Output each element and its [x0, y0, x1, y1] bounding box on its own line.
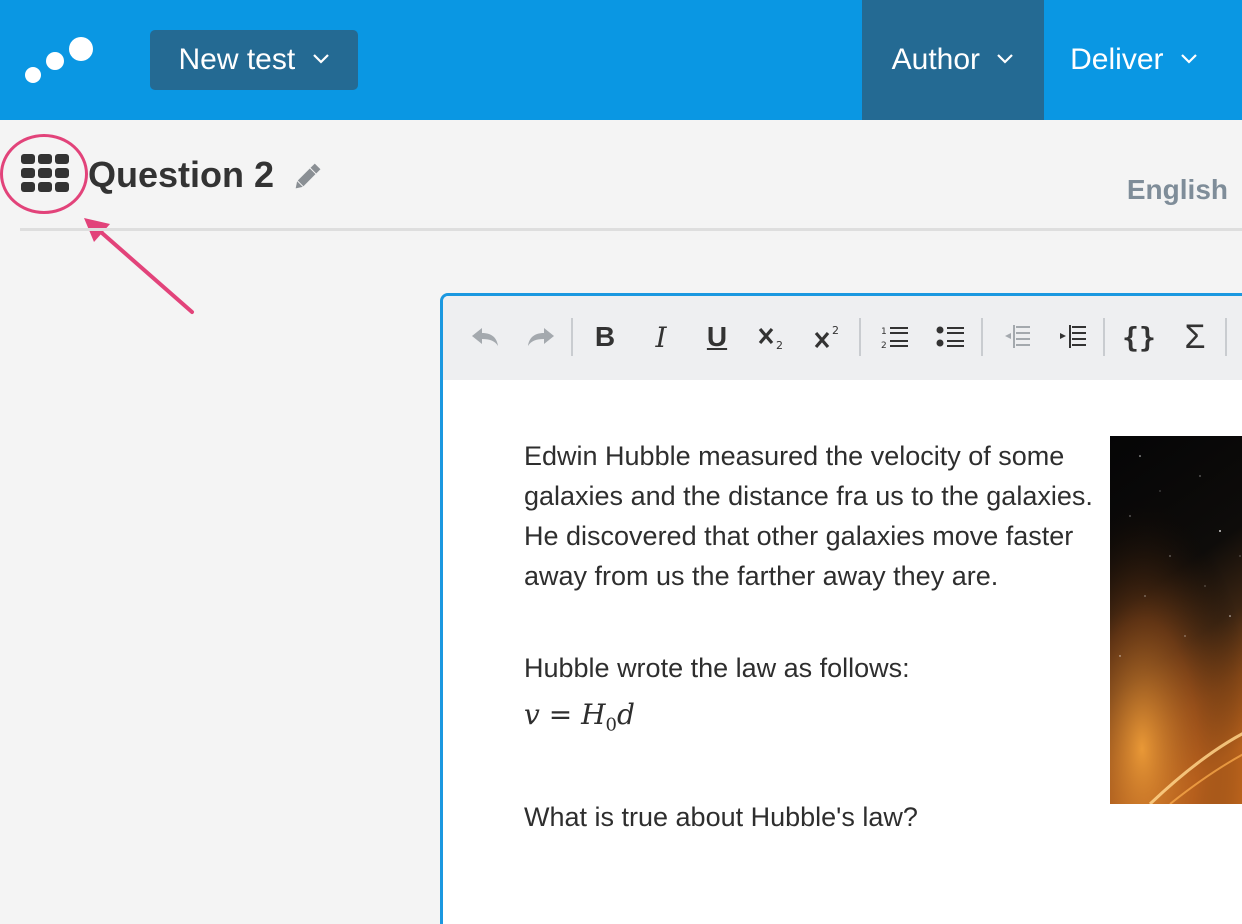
chevron-down-icon: [312, 54, 329, 64]
annotation-arrow-icon: [84, 218, 194, 314]
formula-d: d: [616, 698, 635, 731]
outdent-icon[interactable]: [997, 318, 1037, 356]
formula-subscript: 0: [605, 714, 617, 736]
formula-h: H: [581, 698, 606, 731]
question-paragraph-1: Edwin Hubble measured the velocity of so…: [524, 441, 1093, 591]
new-test-label: New test: [178, 43, 296, 76]
toolbar-separator: [571, 318, 573, 356]
toolbar-separator: [981, 318, 983, 356]
question-paragraph-2: Hubble wrote the law as follows:: [524, 653, 910, 683]
math-sigma-button[interactable]: Σ: [1175, 318, 1215, 356]
formula-equals: =: [548, 698, 573, 731]
language-selector[interactable]: English: [1127, 174, 1228, 206]
question-editor[interactable]: B I U 2 2 1 2 {} Σ Edwin Hubble measured…: [440, 293, 1242, 924]
svg-text:1: 1: [881, 327, 887, 337]
bold-button[interactable]: B: [585, 318, 625, 356]
highlight-circle-annotation: [0, 134, 88, 214]
top-navigation-bar: New test Author Deliver: [0, 0, 1242, 120]
nav-deliver-label: Deliver: [1070, 43, 1164, 76]
italic-button[interactable]: I: [641, 318, 681, 356]
new-test-button[interactable]: New test: [150, 30, 358, 90]
galaxy-image[interactable]: [1110, 436, 1242, 804]
redo-icon[interactable]: [521, 318, 561, 356]
question-content[interactable]: Edwin Hubble measured the velocity of so…: [524, 436, 1124, 837]
code-braces-button[interactable]: {}: [1119, 318, 1159, 356]
edit-pencil-icon[interactable]: [290, 160, 324, 194]
numbered-list-icon[interactable]: 1 2: [875, 318, 915, 356]
toolbar-separator: [1103, 318, 1105, 356]
chevron-down-icon: [1181, 54, 1197, 64]
nav-author-label: Author: [891, 43, 981, 76]
formula-v: v: [524, 698, 540, 731]
math-formula[interactable]: v = H0d: [524, 696, 1124, 745]
header-divider: [20, 228, 1242, 231]
svg-text:2: 2: [881, 341, 887, 350]
superscript-icon[interactable]: 2: [809, 318, 849, 356]
bullet-list-icon[interactable]: [931, 318, 971, 356]
underline-button[interactable]: U: [697, 318, 737, 356]
svg-text:2: 2: [832, 324, 839, 337]
chevron-down-icon: [997, 54, 1014, 64]
svg-text:2: 2: [776, 339, 783, 351]
undo-icon[interactable]: [465, 318, 505, 356]
question-title: Question 2: [88, 154, 275, 195]
toolbar-separator: [859, 318, 861, 356]
question-paragraph-3: What is true about Hubble's law?: [524, 801, 918, 832]
app-logo-icon[interactable]: [22, 34, 94, 86]
nav-author-menu[interactable]: Author: [862, 0, 1044, 120]
editor-toolbar: B I U 2 2 1 2 {} Σ: [443, 296, 1242, 380]
indent-icon[interactable]: [1053, 318, 1093, 356]
toolbar-separator: [1225, 318, 1227, 356]
nav-deliver-menu[interactable]: Deliver: [1044, 0, 1224, 120]
subscript-icon[interactable]: 2: [753, 318, 793, 356]
